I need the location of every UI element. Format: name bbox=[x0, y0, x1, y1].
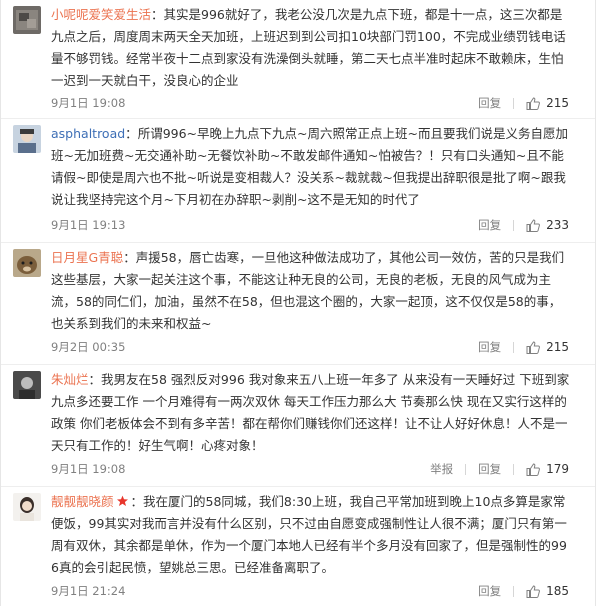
like-button[interactable]: 233 bbox=[526, 218, 569, 232]
like-count: 215 bbox=[546, 96, 569, 110]
avatar[interactable] bbox=[13, 125, 41, 153]
reply-button[interactable]: 回复 bbox=[478, 339, 501, 355]
comment-time: 9月1日 19:08 bbox=[51, 462, 126, 476]
comment-item: 朱灿烂：我男友在58 强烈反对996 我对象来五八上班一年多了 从来没有一天睡好… bbox=[1, 365, 595, 487]
divider bbox=[513, 463, 515, 475]
like-count: 215 bbox=[546, 340, 569, 354]
comment-text: 朱灿烂：我男友在58 强烈反对996 我对象来五八上班一年多了 从来没有一天睡好… bbox=[51, 372, 570, 453]
comment-item: 日月星G青聪：声援58，唇亡齿寒，一旦他这种做法成功了，其他公司一效仿，苦的只是… bbox=[1, 243, 595, 365]
avatar[interactable] bbox=[13, 249, 41, 277]
reply-button[interactable]: 回复 bbox=[478, 461, 501, 477]
comment-time: 9月1日 21:24 bbox=[51, 584, 126, 598]
thumbs-up-icon bbox=[526, 584, 541, 598]
like-count: 185 bbox=[546, 584, 569, 598]
comment-text: asphaltroad：所谓996~早晚上九点下九点~周六照常正点上班~而且要我… bbox=[51, 126, 568, 207]
divider bbox=[465, 463, 467, 475]
username[interactable]: 靓靓靓晓颜 bbox=[51, 494, 114, 509]
comment-actions: 回复 233 bbox=[478, 217, 569, 233]
like-count: 233 bbox=[546, 218, 569, 232]
comment-actions: 回复 185 bbox=[478, 583, 569, 599]
divider bbox=[513, 585, 515, 597]
comment-actions: 举报 回复 179 bbox=[430, 461, 569, 477]
report-button[interactable]: 举报 bbox=[430, 461, 453, 477]
comment-body: 我男友在58 强烈反对996 我对象来五八上班一年多了 从来没有一天睡好过 下班… bbox=[51, 372, 570, 453]
thumbs-up-icon bbox=[526, 218, 541, 232]
username[interactable]: 日月星G青聪 bbox=[51, 250, 123, 265]
divider bbox=[513, 341, 515, 353]
username[interactable]: 小呢呢爱笑爱生活 bbox=[51, 7, 151, 22]
comment-text: 靓靓靓晓颜 ：我在厦门的58同城，我们8:30上班，我自己平常加班到晚上10点多算… bbox=[51, 494, 567, 575]
comment-text: 小呢呢爱笑爱生活：其实是996就好了，我老公没几次是九点下班，都是十一点，这三次… bbox=[51, 7, 566, 88]
comment-item: 靓靓靓晓颜 ：我在厦门的58同城，我们8:30上班，我自己平常加班到晚上10点多算… bbox=[1, 487, 595, 606]
username[interactable]: asphaltroad bbox=[51, 126, 125, 141]
like-button[interactable]: 185 bbox=[526, 584, 569, 598]
like-button[interactable]: 179 bbox=[526, 462, 569, 476]
reply-button[interactable]: 回复 bbox=[478, 217, 501, 233]
divider bbox=[513, 219, 515, 231]
comment-time: 9月1日 19:08 bbox=[51, 96, 126, 110]
comment-item: asphaltroad：所谓996~早晚上九点下九点~周六照常正点上班~而且要我… bbox=[1, 119, 595, 243]
red-star-badge-icon bbox=[116, 495, 128, 506]
thumbs-up-icon bbox=[526, 462, 541, 476]
avatar[interactable] bbox=[13, 371, 41, 399]
comment-text: 日月星G青聪：声援58，唇亡齿寒，一旦他这种做法成功了，其他公司一效仿，苦的只是… bbox=[51, 250, 565, 331]
like-button[interactable]: 215 bbox=[526, 96, 569, 110]
like-button[interactable]: 215 bbox=[526, 340, 569, 354]
thumbs-up-icon bbox=[526, 96, 541, 110]
comment-actions: 回复 215 bbox=[478, 339, 569, 355]
divider bbox=[513, 97, 515, 109]
reply-button[interactable]: 回复 bbox=[478, 95, 501, 111]
username[interactable]: 朱灿烂 bbox=[51, 372, 89, 387]
comment-item: 小呢呢爱笑爱生活：其实是996就好了，我老公没几次是九点下班，都是十一点，这三次… bbox=[1, 0, 595, 119]
comment-time: 9月2日 00:35 bbox=[51, 340, 126, 354]
avatar[interactable] bbox=[13, 493, 41, 521]
thumbs-up-icon bbox=[526, 340, 541, 354]
avatar[interactable] bbox=[13, 6, 41, 34]
reply-button[interactable]: 回复 bbox=[478, 583, 501, 599]
comment-actions: 回复 215 bbox=[478, 95, 569, 111]
like-count: 179 bbox=[546, 462, 569, 476]
comment-list: 小呢呢爱笑爱生活：其实是996就好了，我老公没几次是九点下班，都是十一点，这三次… bbox=[0, 0, 596, 606]
comment-time: 9月1日 19:13 bbox=[51, 218, 126, 232]
